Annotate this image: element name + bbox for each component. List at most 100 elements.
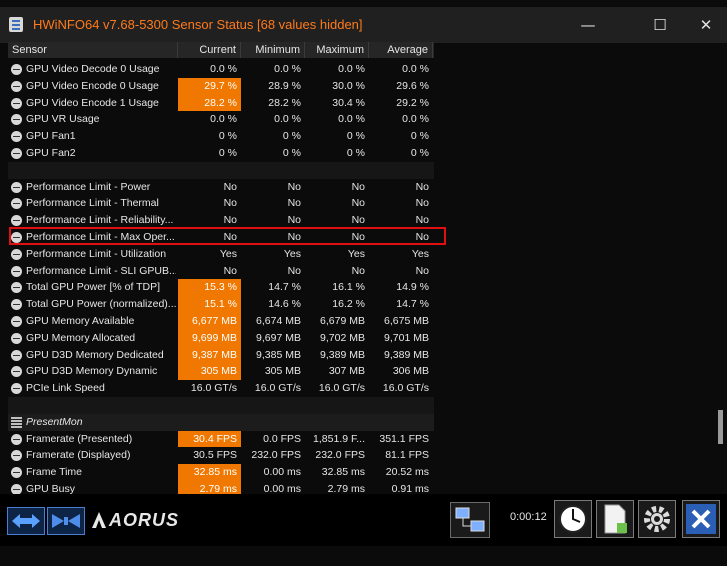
cell-average: 0 % — [410, 130, 429, 143]
table-row[interactable]: GPU Fan2 0 % 0 % 0 % 0 % — [8, 145, 434, 162]
column-header-maximum[interactable]: Maximum — [305, 42, 369, 58]
cell-current: No — [223, 214, 237, 227]
table-row[interactable]: Performance Limit - Utilization Yes Yes Yes… — [8, 246, 434, 263]
cell-name: GPU Video Encode 1 Usage — [26, 96, 159, 109]
cell-current: 0 % — [218, 130, 237, 143]
cell-current: No — [223, 264, 237, 277]
cell-current: 28.2 % — [178, 94, 241, 112]
column-header-minimum[interactable]: Minimum — [241, 42, 305, 58]
table-row[interactable]: Framerate (Presented) 30.4 FPS 0.0 FPS 1,85… — [8, 430, 434, 448]
cell-average: No — [415, 214, 429, 227]
cell-maximum: 16.0 GT/s — [318, 382, 365, 395]
sensor-item-icon — [11, 450, 22, 462]
table-row[interactable]: Performance Limit - Power No No No No — [8, 179, 434, 196]
cell-maximum — [305, 414, 369, 431]
cell-current: No — [223, 230, 237, 243]
clock-icon[interactable] — [554, 500, 592, 538]
table-row[interactable]: PCIe Link Speed 16.0 GT/s 16.0 GT/s 16.0 GT… — [8, 380, 434, 397]
cell-minimum: 9,697 MB — [256, 331, 301, 344]
minimize-button[interactable]: — — [565, 11, 611, 39]
table-row[interactable]: GPU Fan1 0 % 0 % 0 % 0 % — [8, 128, 434, 145]
scrollbar-thumb[interactable] — [718, 410, 723, 444]
table-row[interactable]: GPU Memory Allocated 9,699 MB 9,697 MB 9,70… — [8, 329, 434, 347]
column-header-average[interactable]: Average — [369, 42, 433, 58]
cell-average: 20.52 ms — [385, 466, 429, 479]
cell-average: No — [415, 180, 429, 193]
sensor-item-icon — [11, 467, 22, 479]
table-row[interactable]: Total GPU Power (normalized)... 15.1 % 14.… — [8, 296, 434, 313]
cell-maximum: 0.0 % — [338, 113, 365, 126]
cell-average: 351.1 FPS — [379, 432, 429, 445]
sensor-item-icon — [11, 265, 22, 277]
expand-arrows-icon[interactable] — [7, 507, 45, 535]
sensor-item-icon — [11, 147, 22, 159]
table-row[interactable]: Performance Limit - SLI GPUB... No No No No — [8, 263, 434, 280]
table-row[interactable]: GPU Video Encode 1 Usage 28.2 % 28.2 % 30.4… — [8, 94, 434, 112]
table-row[interactable]: GPU VR Usage 0.0 % 0.0 % 0.0 % 0.0 % — [8, 111, 434, 128]
cell-minimum: 6,674 MB — [256, 314, 301, 327]
cell-minimum: 16.0 GT/s — [254, 382, 301, 395]
cell-minimum: 0.0 FPS — [263, 432, 301, 445]
cell-name: GPU Memory Available — [26, 314, 135, 327]
table-row[interactable]: GPU D3D Memory Dynamic 305 MB 305 MB 307 MB… — [8, 363, 434, 381]
cell-current: No — [223, 180, 237, 193]
report-icon[interactable] — [596, 500, 634, 538]
column-header-current[interactable]: Current — [178, 42, 241, 58]
cell-average — [369, 414, 433, 431]
table-row[interactable]: GPU Memory Available 6,677 MB 6,674 MB 6,67… — [8, 312, 434, 330]
cell-average: 9,389 MB — [384, 348, 429, 361]
hwinfo-app-icon — [9, 17, 23, 32]
cell-average: No — [415, 230, 429, 243]
sensor-item-icon — [11, 366, 22, 378]
table-row[interactable]: Framerate (Displayed) 30.5 FPS 232.0 FPS 23… — [8, 447, 434, 464]
cell-current: 0.0 % — [210, 113, 237, 126]
table-row[interactable]: GPU Video Encode 0 Usage 29.7 % 28.9 % 30.0… — [8, 77, 434, 95]
cell-maximum: No — [351, 180, 365, 193]
cell-average: No — [415, 197, 429, 210]
cell-name: Performance Limit - Max Oper... — [26, 230, 175, 243]
cell-minimum: No — [287, 214, 301, 227]
cell-average: 29.2 % — [396, 96, 429, 109]
table-row[interactable]: Performance Limit - Thermal No No No No — [8, 195, 434, 212]
cell-name: Framerate (Presented) — [26, 432, 133, 445]
cell-average: No — [415, 264, 429, 277]
cell-minimum: 0.00 ms — [263, 466, 301, 479]
sensor-item-icon — [11, 215, 22, 227]
cell-minimum: Yes — [283, 247, 301, 260]
sensor-item-icon — [11, 349, 22, 361]
cell-minimum — [241, 414, 305, 431]
table-row[interactable]: Total GPU Power [% of TDP] 15.3 % 14.7 % 16… — [8, 279, 434, 297]
column-header-sensor[interactable]: Sensor — [8, 42, 178, 58]
cell-current: 32.85 ms — [178, 464, 241, 481]
cell-average: 0.0 % — [402, 63, 429, 75]
table-row[interactable]: Performance Limit - Max Oper... No No No No — [8, 229, 434, 246]
table-row[interactable]: Performance Limit - Reliability... No No No… — [8, 212, 434, 229]
cell-maximum: 9,389 MB — [320, 348, 365, 361]
sensor-item-icon — [11, 299, 22, 311]
close-window-button[interactable]: ✕ — [683, 11, 727, 39]
cell-name: Performance Limit - Reliability... — [26, 214, 174, 227]
cell-name: Performance Limit - SLI GPUB... — [26, 264, 176, 277]
cell-name: Framerate (Displayed) — [26, 449, 131, 462]
table-row[interactable]: GPU Video Decode 0 Usage 0.0 % 0.0 % 0.0 % 0… — [8, 61, 434, 78]
cell-name: Performance Limit - Thermal — [26, 197, 159, 210]
cell-minimum: 14.7 % — [268, 281, 301, 294]
sensor-item-icon — [11, 383, 22, 395]
cell-average: 16.0 GT/s — [382, 382, 429, 395]
table-row[interactable]: GPU D3D Memory Dedicated 9,387 MB 9,385 MB… — [8, 346, 434, 364]
cell-maximum: 1,851.9 F... — [313, 432, 365, 445]
sensor-item-icon — [11, 80, 22, 92]
cell-name: PCIe Link Speed — [26, 382, 105, 395]
cell-maximum: 30.4 % — [332, 96, 365, 109]
network-icon[interactable] — [450, 502, 490, 538]
cell-minimum: 28.2 % — [268, 96, 301, 109]
sensor-group-row[interactable]: PresentMon — [8, 413, 434, 431]
cell-minimum: No — [287, 264, 301, 277]
cell-current: 30.5 FPS — [193, 449, 237, 462]
table-row[interactable]: Frame Time 32.85 ms 0.00 ms 32.85 ms 20.52 m… — [8, 464, 434, 481]
cell-average: 29.6 % — [396, 79, 429, 92]
close-x-icon[interactable] — [682, 500, 720, 538]
settings-gear-icon[interactable] — [638, 500, 676, 538]
maximize-button[interactable]: ☐ — [637, 11, 683, 39]
collapse-arrows-icon[interactable] — [47, 507, 85, 535]
